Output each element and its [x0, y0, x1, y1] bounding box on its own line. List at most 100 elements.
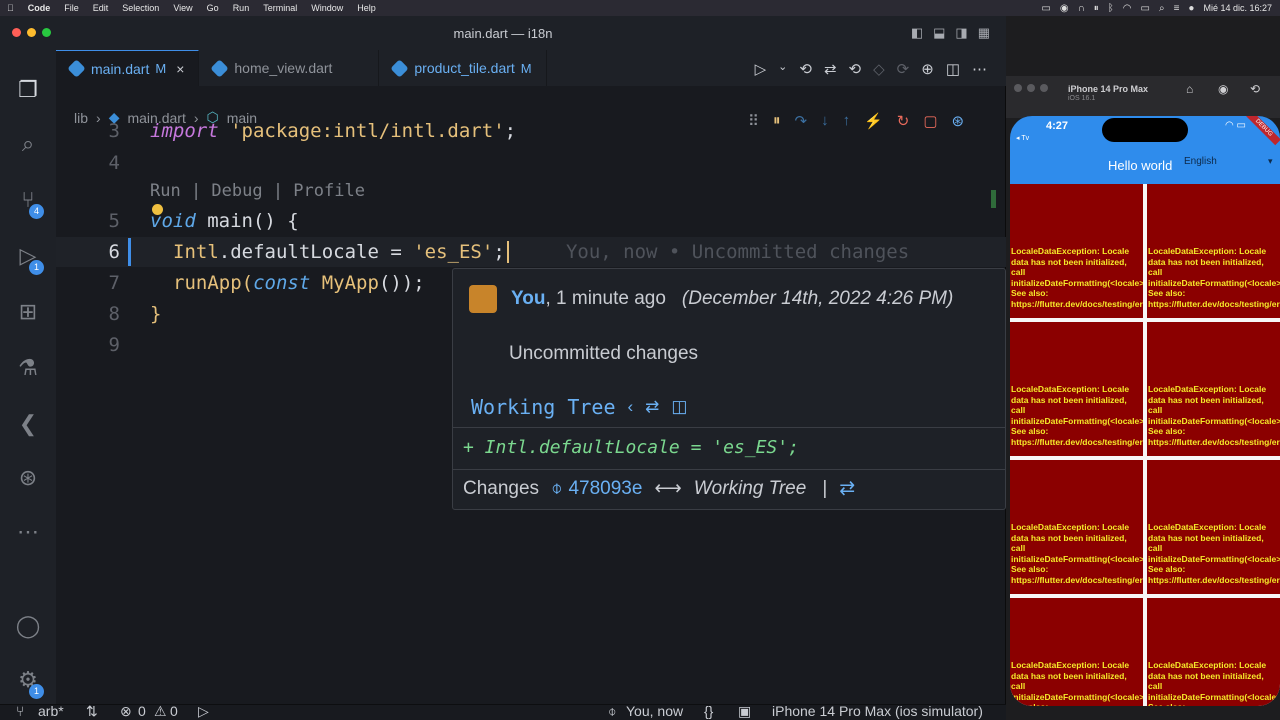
- git-lens-icon[interactable]: ⊕: [921, 60, 934, 78]
- rotate-icon[interactable]: ⟲: [1250, 82, 1260, 96]
- previous-change-icon[interactable]: ⟲: [849, 60, 862, 78]
- dropdown-arrow-icon[interactable]: ▾: [1268, 156, 1273, 167]
- menu-edit[interactable]: Edit: [86, 3, 116, 13]
- close-tab-icon[interactable]: ×: [176, 61, 184, 77]
- simulator-device-name: iPhone 14 Pro Max: [1068, 84, 1149, 94]
- line-number: 6: [108, 241, 120, 263]
- warnings-icon[interactable]: ⚠: [154, 703, 167, 720]
- minimize-window-button[interactable]: [27, 28, 36, 37]
- control-center-icon[interactable]: ≡: [1174, 3, 1180, 14]
- flutter-icon[interactable]: ❮: [14, 410, 42, 438]
- window-titlebar: main.dart — i18n ◧ ⬓ ◨ ▦: [0, 16, 1006, 50]
- close-window-button[interactable]: [1014, 84, 1022, 92]
- run-debug-badge: 1: [29, 260, 44, 275]
- back-to-app[interactable]: ◂ Tv: [1016, 134, 1029, 142]
- line-number: 9: [108, 334, 120, 356]
- phone-screen[interactable]: 4:27 ◂ Tv ◠ ▭ DEBUG Hello world English …: [1010, 116, 1280, 706]
- errors-icon[interactable]: ⊗: [120, 703, 132, 720]
- more-actions-icon[interactable]: ⋯: [972, 60, 987, 78]
- blame-status[interactable]: You, now: [626, 703, 683, 719]
- menu-terminal[interactable]: Terminal: [256, 3, 304, 13]
- inline-blame: You, now • Uncommitted changes: [565, 241, 910, 263]
- commit-message: Uncommitted changes: [509, 343, 699, 364]
- app-menu[interactable]: Code: [21, 3, 58, 13]
- minimize-window-button[interactable]: [1027, 84, 1035, 92]
- line-number: 4: [108, 152, 120, 174]
- screen-mirror-icon[interactable]: ▭: [1041, 3, 1050, 14]
- siri-icon[interactable]: ●: [1188, 3, 1194, 14]
- record-icon[interactable]: ◉: [1060, 3, 1069, 14]
- editor-actions: ▷ ⌄ ⟲ ⇄ ⟲ ◇ ⟳ ⊕ ◫ ⋯: [755, 60, 987, 78]
- commit-sha-link[interactable]: 478093e: [568, 478, 642, 500]
- modified-gutter-marker: [128, 238, 131, 266]
- sync-icon[interactable]: ⇅: [86, 703, 98, 720]
- compare-icon[interactable]: ⇄: [839, 477, 855, 500]
- menu-help[interactable]: Help: [350, 3, 383, 13]
- language-dropdown[interactable]: English: [1184, 156, 1217, 167]
- errors-count[interactable]: 0: [138, 703, 146, 719]
- modified-indicator: M: [155, 61, 167, 76]
- open-file-icon[interactable]: ◫: [671, 397, 687, 417]
- changes-label: Changes: [463, 477, 540, 499]
- screenshot-icon[interactable]: ◉: [1218, 82, 1228, 96]
- toggle-secondary-sidebar-icon[interactable]: ◨: [955, 25, 967, 41]
- split-editor-icon[interactable]: ◫: [946, 60, 960, 78]
- manage-badge: 1: [29, 684, 44, 699]
- compare-icon[interactable]: ⇄: [645, 397, 659, 417]
- codelens-run-debug-profile[interactable]: Run | Debug | Profile: [150, 181, 365, 201]
- tab-product-tile-dart[interactable]: product_tile.dart M: [379, 50, 547, 86]
- chevron-left-icon[interactable]: ‹: [628, 397, 634, 417]
- home-icon[interactable]: ⌂: [1186, 82, 1193, 96]
- menu-file[interactable]: File: [57, 3, 86, 13]
- zoom-window-button[interactable]: [1040, 84, 1048, 92]
- battery-icon[interactable]: ▭: [1141, 3, 1150, 14]
- run-dropdown-icon[interactable]: ⌄: [778, 60, 787, 78]
- line-number: 8: [108, 303, 120, 325]
- menu-view[interactable]: View: [166, 3, 199, 13]
- apple-menu-icon[interactable]: : [0, 3, 21, 13]
- previous-revision-icon[interactable]: ◇: [873, 60, 885, 78]
- status-icons: ◠ ▭: [1225, 120, 1246, 131]
- blame-author[interactable]: You: [511, 288, 545, 310]
- bluetooth-icon[interactable]: ᛒ: [1108, 3, 1114, 14]
- working-tree-link[interactable]: Working Tree: [694, 478, 807, 500]
- wifi-icon[interactable]: ◠: [1123, 3, 1132, 14]
- menubar-clock: Mié 14 dic. 16:27: [1203, 3, 1272, 13]
- git-graph-icon[interactable]: ⊛: [14, 464, 42, 492]
- run-icon[interactable]: ▷: [755, 60, 767, 78]
- more-views-icon[interactable]: ⋯: [14, 518, 42, 546]
- pause-icon[interactable]: ⏸: [1094, 3, 1099, 14]
- menu-go[interactable]: Go: [200, 3, 226, 13]
- product-grid: LocaleDataException: Locale data has not…: [1010, 184, 1280, 706]
- testing-icon[interactable]: ⚗: [14, 354, 42, 382]
- macos-menubar:  Code File Edit Selection View Go Run T…: [0, 0, 1280, 16]
- debug-status-icon[interactable]: ▷: [198, 703, 209, 720]
- tab-main-dart[interactable]: main.dart M ×: [56, 50, 200, 86]
- toggle-sidebar-icon[interactable]: ◧: [911, 25, 923, 41]
- zoom-window-button[interactable]: [42, 28, 51, 37]
- device-icon: ▣: [738, 703, 752, 719]
- headphones-icon[interactable]: ∩: [1078, 3, 1085, 14]
- extensions-icon[interactable]: ⊞: [14, 298, 42, 326]
- customize-layout-icon[interactable]: ▦: [978, 25, 990, 41]
- open-changes-icon[interactable]: ⇄: [824, 60, 837, 78]
- toggle-panel-icon[interactable]: ⬓: [933, 25, 945, 41]
- warnings-count[interactable]: 0: [170, 703, 178, 719]
- simulator-window-controls: [1014, 84, 1048, 92]
- timeline-icon[interactable]: ⟲: [799, 60, 812, 78]
- menu-window[interactable]: Window: [304, 3, 350, 13]
- tab-home-view-dart[interactable]: home_view.dart: [199, 50, 380, 86]
- close-window-button[interactable]: [12, 28, 21, 37]
- language-braces[interactable]: {}: [704, 703, 713, 719]
- accounts-icon[interactable]: ◯: [14, 612, 42, 640]
- explorer-icon[interactable]: ❐: [14, 76, 42, 104]
- device-selector[interactable]: iPhone 14 Pro Max (ios simulator): [772, 703, 983, 719]
- tab-label: product_tile.dart: [414, 60, 515, 76]
- next-revision-icon[interactable]: ⟳: [897, 60, 910, 78]
- branch-icon[interactable]: ⑂: [16, 703, 24, 719]
- menu-run[interactable]: Run: [226, 3, 257, 13]
- search-icon[interactable]: ⌕: [14, 130, 42, 158]
- search-icon[interactable]: ⌕: [1159, 3, 1165, 14]
- branch-name[interactable]: arb*: [38, 703, 64, 719]
- menu-selection[interactable]: Selection: [115, 3, 166, 13]
